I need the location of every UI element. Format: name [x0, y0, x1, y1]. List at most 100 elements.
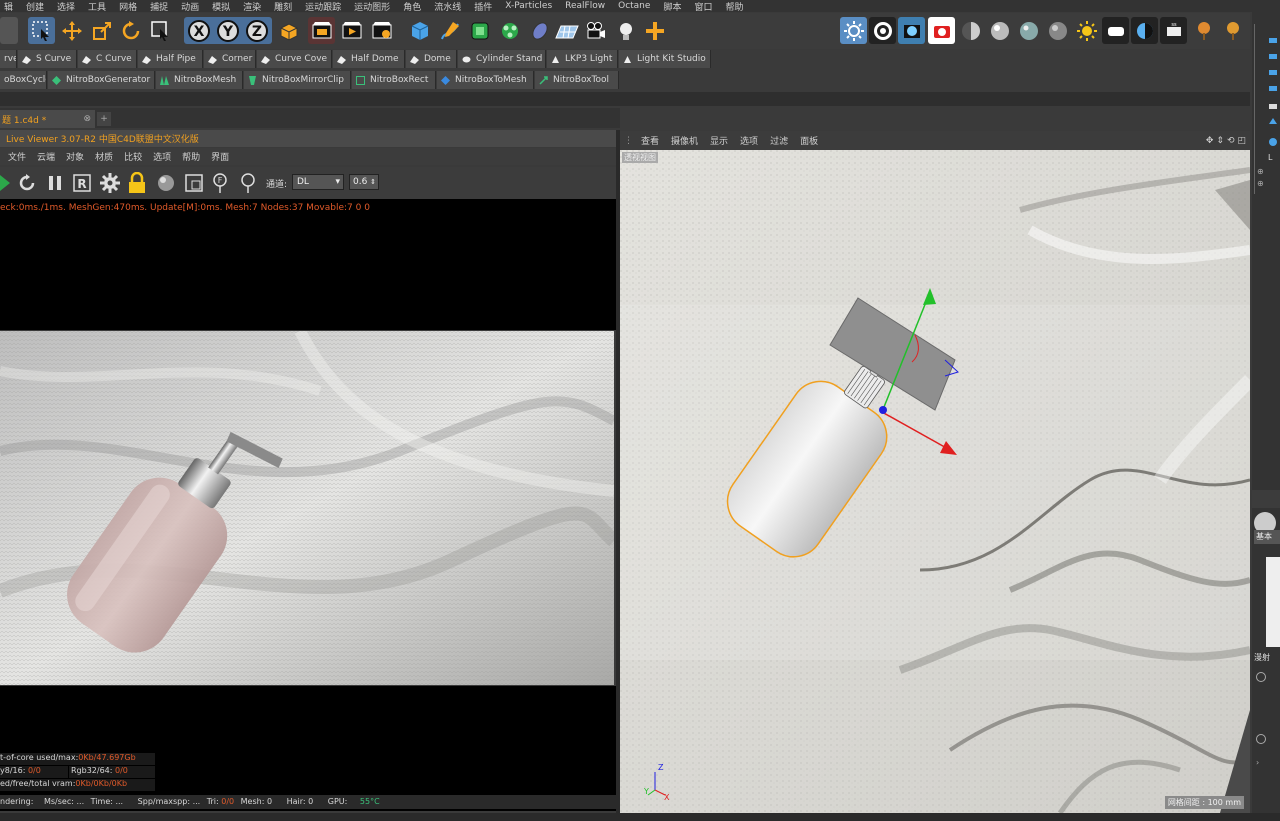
region-frame-icon[interactable]	[184, 173, 204, 193]
octane-texture-icon[interactable]	[898, 17, 925, 44]
menu-item-mesh[interactable]: 网格	[119, 0, 137, 13]
menu-item-edit[interactable]: 辑	[4, 0, 13, 13]
light-icon[interactable]	[612, 17, 639, 44]
menu-item-select[interactable]: 选择	[57, 0, 75, 13]
maximize-icon[interactable]: ◰	[1237, 136, 1246, 146]
expand-arrow-icon[interactable]: ›	[1256, 758, 1259, 767]
channel-number-input[interactable]: 0.6 ⇕	[349, 174, 379, 190]
nitro-button-rect[interactable]: NitroBoxRect	[352, 71, 436, 89]
pick-material-icon[interactable]	[238, 172, 258, 194]
material-sphere-specular-icon[interactable]	[1015, 17, 1042, 44]
octane-camera-icon[interactable]	[928, 17, 955, 44]
menu-item-script[interactable]: 脚本	[663, 0, 681, 13]
plugin-button-light-kit-studio[interactable]: Light Kit Studio	[619, 50, 711, 68]
lv-menu-help[interactable]: 帮助	[182, 150, 200, 163]
octane-target-icon[interactable]	[869, 17, 896, 44]
object-manager-strip[interactable]: L ⊕ ⊕	[1254, 24, 1278, 194]
render-settings-icon[interactable]	[368, 17, 395, 44]
scale-tool-icon[interactable]	[88, 17, 115, 44]
menu-item-render[interactable]: 渲染	[243, 0, 261, 13]
menu-item-sculpt[interactable]: 雕刻	[274, 0, 292, 13]
menu-item-create[interactable]: 创建	[26, 0, 44, 13]
orbit-icon[interactable]: ⟲	[1227, 136, 1235, 146]
contrast-icon[interactable]	[1131, 17, 1158, 44]
render-to-picture-viewer-icon[interactable]	[338, 17, 365, 44]
material-ball-icon[interactable]	[156, 173, 176, 193]
close-tab-icon[interactable]: ⊗	[83, 114, 91, 124]
settings-gear-icon[interactable]	[99, 172, 121, 194]
restart-icon[interactable]	[17, 173, 37, 193]
menu-item-animate[interactable]: 动画	[181, 0, 199, 13]
menu-item-plugins[interactable]: 插件	[474, 0, 492, 13]
menu-item-pipeline[interactable]: 流水线	[434, 0, 461, 13]
nitro-button-generator[interactable]: NitroBoxGenerator	[48, 71, 155, 89]
plugin-button-c-curve[interactable]: C Curve	[78, 50, 137, 68]
move-tool-icon[interactable]	[58, 17, 85, 44]
scatter-tree-2-icon[interactable]	[1219, 17, 1246, 44]
tab-basic[interactable]: 基本	[1254, 530, 1280, 544]
zoom-icon[interactable]: ⇕	[1216, 136, 1224, 146]
camera-icon[interactable]	[582, 17, 609, 44]
lv-menu-compare[interactable]: 比较	[124, 150, 142, 163]
channel-select[interactable]: DL ▾	[292, 174, 344, 190]
lock-icon[interactable]	[127, 172, 147, 194]
lv-menu-options[interactable]: 选项	[153, 150, 171, 163]
lv-menu-objects[interactable]: 对象	[66, 150, 84, 163]
viewport-menu-cameras[interactable]: 摄像机	[671, 134, 698, 147]
menu-item-motion-tracking[interactable]: 运动跟踪	[305, 0, 341, 13]
live-viewer-render-image[interactable]	[0, 331, 614, 685]
viewport-menu-panel[interactable]: 面板	[800, 134, 818, 147]
menu-item-xparticles[interactable]: X-Particles	[505, 1, 552, 11]
viewport-menu-filter[interactable]: 过滤	[770, 134, 788, 147]
nitro-button-mesh[interactable]: NitroBoxMesh	[156, 71, 243, 89]
sun-light-icon[interactable]	[1073, 17, 1100, 44]
lv-menu-cloud[interactable]: 云端	[37, 150, 55, 163]
menu-item-tools[interactable]: 工具	[88, 0, 106, 13]
octane-settings-icon[interactable]	[840, 17, 867, 44]
play-run-icon[interactable]	[0, 173, 14, 193]
plugin-button-half-dome[interactable]: Half Dome	[333, 50, 405, 68]
lv-menu-interface[interactable]: 界面	[211, 150, 229, 163]
material-sphere-dark-icon[interactable]	[957, 17, 984, 44]
plugin-button-lkp3-light[interactable]: LKP3 Light	[547, 50, 618, 68]
perspective-viewport[interactable]: Z X Y 透视视图 网格间距 : 100 mm	[620, 150, 1250, 813]
radio-option-2[interactable]	[1256, 734, 1266, 744]
radio-option-1[interactable]	[1256, 672, 1266, 682]
plugin-button-s-curve[interactable]: S Curve	[18, 50, 77, 68]
viewport-menu-view[interactable]: 查看	[641, 134, 659, 147]
menu-item-character[interactable]: 角色	[403, 0, 421, 13]
pen-spline-icon[interactable]	[436, 17, 463, 44]
cloner-icon[interactable]	[496, 17, 523, 44]
viewport-menu-options[interactable]: 选项	[740, 134, 758, 147]
menu-item-window[interactable]: 窗口	[694, 0, 712, 13]
lv-menu-materials[interactable]: 材质	[95, 150, 113, 163]
add-plus-icon[interactable]	[641, 17, 668, 44]
menu-item-octane[interactable]: Octane	[618, 1, 650, 11]
document-tab[interactable]: 题 1.c4d * ⊗	[0, 110, 95, 128]
menu-item-snap[interactable]: 捕捉	[150, 0, 168, 13]
live-select-icon[interactable]	[147, 17, 174, 44]
plugin-button-dome[interactable]: Dome	[406, 50, 457, 68]
pan-icon[interactable]: ✥	[1206, 136, 1214, 146]
scatter-tree-icon[interactable]	[1190, 17, 1217, 44]
menu-item-mograph[interactable]: 运动图形	[354, 0, 390, 13]
floor-icon[interactable]	[553, 17, 580, 44]
new-tab-button[interactable]: +	[97, 112, 111, 126]
plugin-button-half-pipe[interactable]: Half Pipe	[138, 50, 203, 68]
area-light-icon[interactable]	[1102, 17, 1129, 44]
plugin-button-corner[interactable]: Corner	[204, 50, 256, 68]
nitro-button-tool[interactable]: NitroBoxTool	[535, 71, 619, 89]
pick-focus-icon[interactable]: F	[210, 172, 230, 194]
menu-item-simulate[interactable]: 模拟	[212, 0, 230, 13]
select-tool-icon[interactable]	[28, 17, 55, 44]
render-view-icon[interactable]	[308, 17, 335, 44]
environment-icon[interactable]: ss	[1160, 17, 1187, 44]
undo-icon[interactable]	[0, 17, 18, 44]
coordinate-system-icon[interactable]	[274, 17, 301, 44]
nitro-button-cycle[interactable]: oBoxCycle	[0, 71, 47, 89]
material-sphere-mix-icon[interactable]	[1044, 17, 1071, 44]
plugin-button-cylinder-stand[interactable]: Cylinder Stand	[458, 50, 546, 68]
pause-icon[interactable]	[45, 173, 65, 193]
plugin-button-curve[interactable]: rve	[0, 50, 17, 68]
plugin-button-curve-cove[interactable]: Curve Cove	[257, 50, 332, 68]
